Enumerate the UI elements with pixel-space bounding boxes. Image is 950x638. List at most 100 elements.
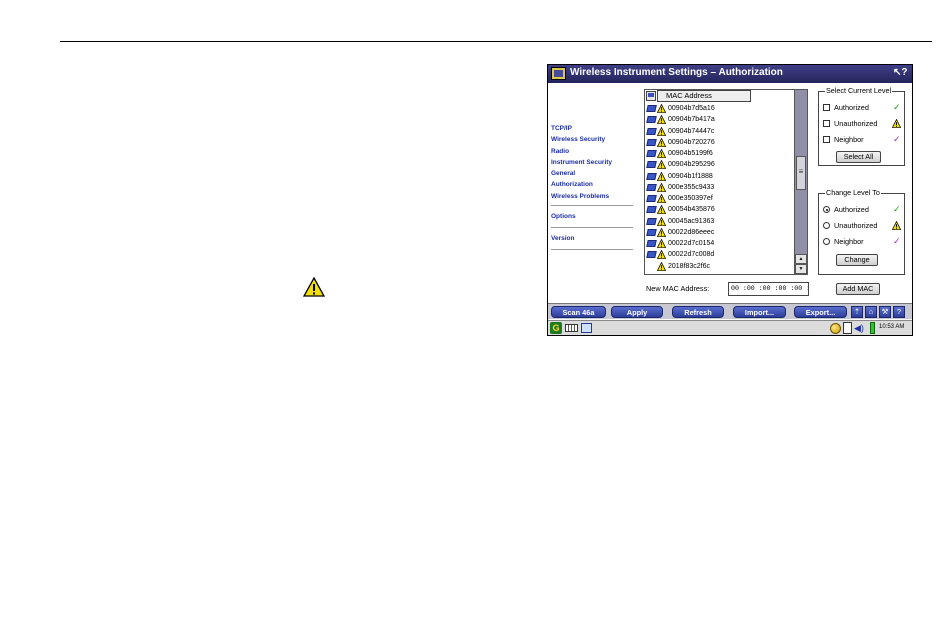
change-button[interactable]: Change [836, 254, 878, 266]
page-top-rule [60, 41, 932, 42]
radio-unselected[interactable] [823, 222, 830, 229]
select-unauthorized-checkbox[interactable]: Unauthorized [823, 118, 903, 129]
mac-list-item[interactable]: 000e350397ef [645, 193, 795, 204]
change-authorized-radio[interactable]: Authorized ✓ [823, 204, 903, 215]
change-neighbor-radio[interactable]: Neighbor ✓ [823, 236, 903, 247]
checkbox-box[interactable] [823, 104, 830, 111]
warning-icon [657, 137, 666, 147]
add-mac-button[interactable]: Add MAC [836, 283, 880, 295]
warning-icon [657, 126, 666, 136]
scroll-down-arrow-icon[interactable]: ▼ [795, 264, 807, 274]
mac-list-item[interactable]: 00045ac91363 [645, 216, 795, 227]
select-all-button[interactable]: Select All [836, 151, 881, 163]
change-level-to-legend: Change Level To [825, 188, 881, 197]
warning-icon [657, 115, 666, 125]
app-icon [551, 67, 566, 80]
scrollbar-thumb[interactable]: ≡ [796, 156, 806, 190]
mac-list-item[interactable]: 2018f83c2f6c [645, 261, 795, 272]
mac-address-list[interactable]: MAC Address 00904b7d5a16 00904b7b417a 0090… [644, 89, 808, 275]
navigate-icon[interactable]: ⇡ [851, 306, 863, 318]
tools-icon[interactable]: ⚒ [879, 306, 891, 318]
instrument-screen: Wireless Instrument Settings – Authoriza… [547, 64, 913, 336]
warning-icon [657, 250, 666, 260]
home-icon[interactable]: ⌂ [865, 306, 877, 318]
monitor-icon [646, 116, 657, 124]
option-label: Authorized [834, 205, 869, 214]
monitor-icon[interactable] [646, 91, 656, 101]
new-mac-address-label: New MAC Address: [646, 284, 710, 293]
change-unauthorized-radio[interactable]: Unauthorized [823, 220, 903, 231]
app-logo-icon[interactable]: G [550, 322, 562, 334]
purple-check-icon: ✓ [893, 236, 901, 246]
clipboard-icon[interactable] [843, 322, 852, 334]
mac-list-item[interactable]: 00904b1f1888 [645, 171, 795, 182]
mac-list-item[interactable]: 00904b7d5a16 [645, 103, 795, 114]
green-check-icon: ✓ [893, 204, 901, 214]
mac-address-text: 000e350397ef [668, 195, 713, 202]
select-neighbor-checkbox[interactable]: Neighbor ✓ [823, 134, 903, 145]
select-current-level-group: Select Current Level Authorized ✓ Unauth… [818, 86, 905, 166]
sidebar-item-version[interactable]: Version [551, 232, 633, 246]
mac-address-column-header[interactable]: MAC Address [657, 90, 751, 102]
mac-list-scrollbar[interactable]: ≡ ▲ ▼ [794, 90, 807, 274]
sidebar-item-radio[interactable]: Radio [551, 146, 633, 157]
monitor-icon [646, 251, 657, 259]
refresh-button[interactable]: Refresh [672, 306, 724, 318]
sidebar-item-instrument-security[interactable]: Instrument Security [551, 157, 633, 168]
network-status-icon[interactable] [830, 323, 841, 334]
keyboard-icon[interactable] [565, 324, 578, 332]
select-authorized-checkbox[interactable]: Authorized ✓ [823, 102, 903, 113]
monitor-icon [646, 161, 657, 169]
apply-button[interactable]: Apply [611, 306, 663, 318]
mac-address-text: 00904b720276 [668, 138, 715, 146]
scan-button[interactable]: Scan 46a [551, 306, 606, 318]
checkbox-box[interactable] [823, 136, 830, 143]
sidebar-item-general[interactable]: General [551, 168, 633, 179]
mac-list-item[interactable]: 00022d7c008d [645, 249, 795, 260]
mac-list-item[interactable]: 00054b435876 [645, 204, 795, 215]
mac-address-text: 00022d7c0154 [668, 240, 715, 247]
radio-selected[interactable] [823, 206, 830, 213]
green-check-icon: ✓ [893, 102, 901, 112]
option-label: Unauthorized [834, 221, 878, 230]
monitor-icon [646, 240, 657, 247]
speaker-icon[interactable]: ◀) [854, 323, 867, 334]
radio-unselected[interactable] [823, 238, 830, 245]
mac-address-text: 00022d86eeec [668, 228, 715, 236]
sidebar-item-authorization[interactable]: Authorization [551, 179, 633, 190]
mac-list-item[interactable]: 00904b74447c [645, 126, 795, 137]
sidebar-item-tcpip[interactable]: TCP/IP [551, 123, 633, 134]
checkbox-box[interactable] [823, 120, 830, 127]
mac-list-item[interactable]: 00904b5199f6 [645, 148, 795, 159]
mac-address-text: 00904b295296 [668, 161, 715, 169]
sidebar-item-wireless-problems[interactable]: Wireless Problems [551, 191, 633, 202]
monitor-icon [646, 206, 657, 214]
mac-list-item[interactable]: 00904b7b417a [645, 114, 795, 125]
warning-icon [657, 261, 666, 271]
warning-icon [657, 205, 666, 215]
sidebar-divider [551, 249, 633, 251]
sidebar-item-options[interactable]: Options [551, 210, 633, 224]
option-label: Authorized [834, 103, 869, 112]
import-button[interactable]: Import... [733, 306, 786, 318]
help-icon[interactable]: ? [893, 306, 905, 318]
title-bar: Wireless Instrument Settings – Authoriza… [548, 65, 912, 83]
purple-check-icon: ✓ [893, 134, 901, 144]
mac-list-item[interactable]: 000e355c9433 [645, 182, 795, 193]
monitor-icon [646, 228, 657, 236]
mac-list-item[interactable]: 00904b720276 [645, 137, 795, 148]
warning-icon [892, 119, 901, 128]
mac-address-text: 00904b5199f6 [668, 150, 713, 157]
change-level-to-group: Change Level To Authorized ✓ Unauthorize… [818, 188, 905, 275]
whats-this-icon[interactable]: ↖? [893, 67, 908, 78]
mac-list-item[interactable]: 00022d7c0154 [645, 238, 795, 249]
mac-list-item[interactable]: 00022d86eeec [645, 227, 795, 238]
new-mac-address-input[interactable]: 00 :00 :00 :00 :00 :00 [728, 282, 809, 296]
warning-icon [303, 277, 325, 297]
scroll-up-arrow-icon[interactable]: ▲ [795, 254, 807, 264]
sidebar-item-wireless-security[interactable]: Wireless Security [551, 134, 633, 145]
sidebar-divider [551, 205, 633, 207]
window-icon[interactable] [581, 323, 592, 333]
export-button[interactable]: Export... [794, 306, 847, 318]
mac-list-item[interactable]: 00904b295296 [645, 159, 795, 170]
